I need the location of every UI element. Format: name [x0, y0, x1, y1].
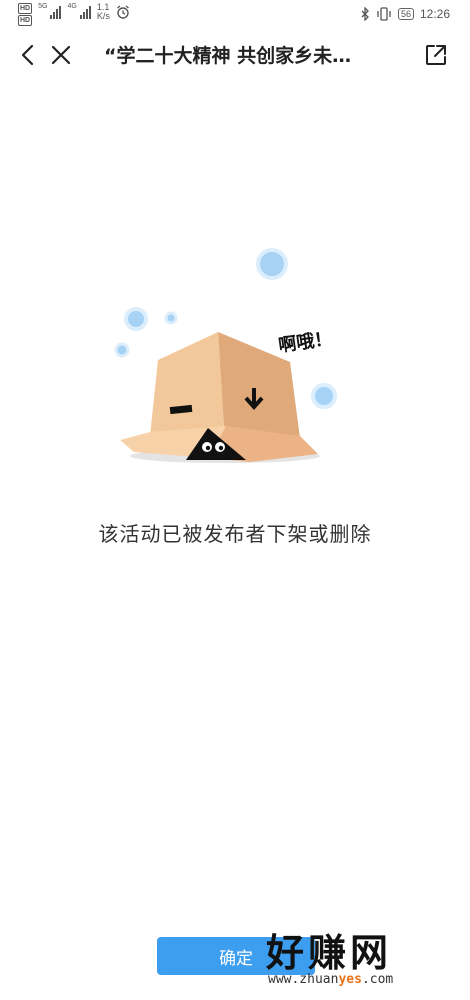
signal-icon-5g: 5G — [38, 3, 62, 19]
clock: 12:26 — [419, 7, 450, 21]
confirm-button[interactable]: 确定 — [157, 937, 315, 975]
signal-icon-4g: 4G — [67, 3, 91, 19]
back-arrow-icon[interactable] — [16, 42, 42, 68]
status-bar-right: 56 12:26 — [361, 7, 450, 21]
exclamation-text: 啊哦！ — [277, 328, 333, 356]
bubble-large — [256, 248, 288, 280]
status-bar-left: HD HD 5G 4G 1.1 K/s — [18, 3, 130, 26]
bluetooth-icon — [361, 7, 369, 21]
vibrate-icon — [377, 7, 391, 21]
empty-box-illustration: 啊哦！ — [114, 248, 337, 463]
bubble-small-left — [114, 342, 130, 358]
hd-badge-2: HD — [18, 15, 33, 26]
bubble-right — [311, 383, 337, 409]
status-message: 该活动已被发布者下架或删除 — [98, 522, 372, 546]
nav-bar: “学二十大精神 共创家乡未… — [0, 30, 470, 82]
bubble-mid-left — [124, 307, 148, 331]
close-icon[interactable] — [48, 42, 74, 68]
hd-badges: HD HD — [18, 3, 33, 26]
page-title: “学二十大精神 共创家乡未… — [104, 45, 352, 67]
bubble-small-top — [164, 311, 178, 325]
status-bar: HD HD 5G 4G 1.1 K/s 56 12:26 — [0, 0, 470, 30]
alarm-icon — [116, 5, 129, 19]
net-speed: 1.1 K/s — [96, 2, 110, 21]
battery-indicator: 56 — [397, 8, 414, 20]
share-external-icon[interactable] — [423, 42, 449, 68]
hd-badge-1: HD — [18, 3, 33, 14]
